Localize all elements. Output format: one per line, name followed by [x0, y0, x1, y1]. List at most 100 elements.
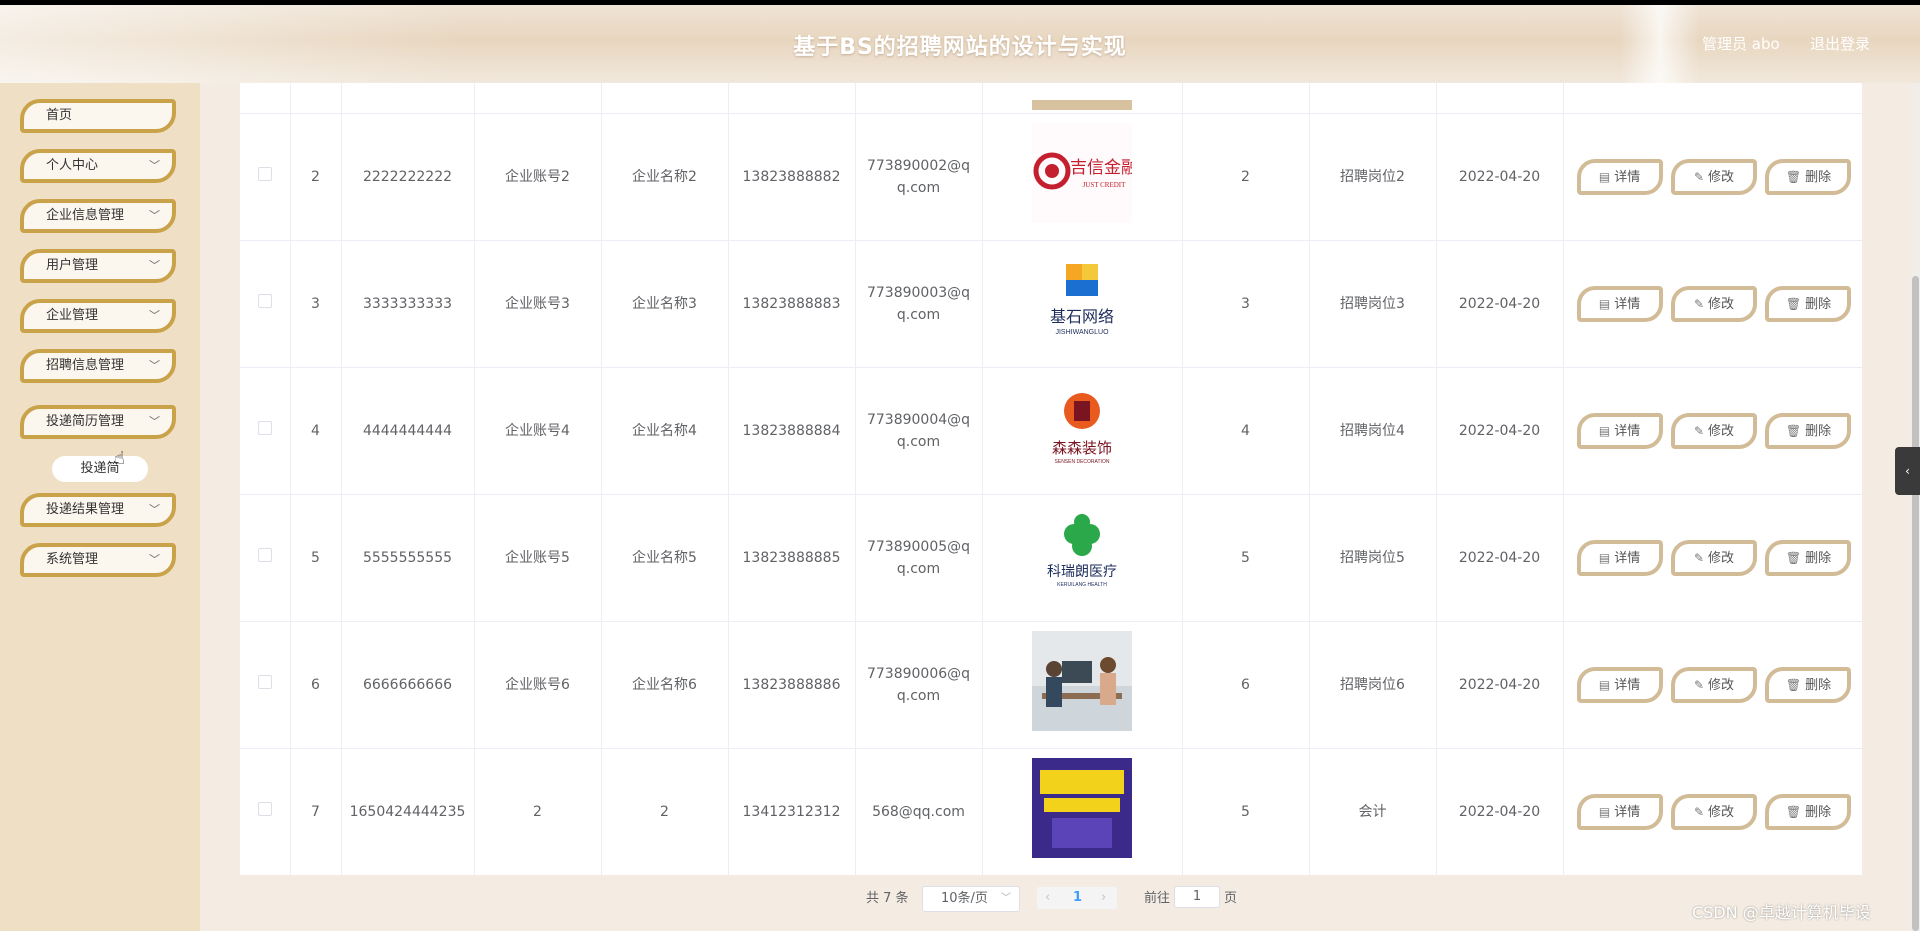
next-page-button[interactable]: ›: [1101, 887, 1106, 909]
sidebar-item-company-info[interactable]: 企业信息管理 ﹀: [20, 199, 176, 233]
cell-phone: 13823888886: [728, 621, 856, 749]
sidebar-item-label: 个人中心: [46, 158, 99, 173]
detail-button[interactable]: ▤ 详情: [1576, 158, 1663, 195]
company-photo-image: [1032, 631, 1132, 731]
sidebar-item-label: 投递结果管理: [46, 502, 125, 517]
detail-button[interactable]: ▤ 详情: [1576, 666, 1663, 703]
cell-account: 2: [474, 748, 602, 875]
row-checkbox[interactable]: [257, 801, 272, 816]
cell-date: 2022-04-20: [1436, 748, 1564, 875]
watermark: CSDN @卓越计算机毕设: [1692, 903, 1871, 922]
cell-email: 773890006@qq.com: [855, 621, 983, 749]
table-row: 2 2222222222 企业账号2 企业名称2 13823888882 773…: [240, 113, 1862, 241]
sidebar-item-home[interactable]: 首页: [20, 99, 176, 133]
cell-position: 招聘岗位4: [1309, 367, 1437, 495]
cell-index: 5: [290, 494, 342, 622]
detail-button[interactable]: ▤ 详情: [1576, 412, 1663, 449]
cell-number: 1650424444235: [341, 748, 475, 875]
cell-phone: 13823888882: [728, 113, 856, 241]
cell-email: 773890002@qq.com: [855, 113, 983, 241]
sidebar-item-resumes[interactable]: 投递简历管理 ﹀: [20, 405, 176, 439]
detail-button[interactable]: ▤ 详情: [1576, 539, 1663, 576]
sidebar-item-companies[interactable]: 企业管理 ﹀: [20, 299, 176, 333]
pencil-icon: ✎: [1693, 296, 1705, 311]
cell-date: 2022-04-20: [1436, 240, 1564, 368]
pencil-icon: ✎: [1693, 423, 1705, 438]
row-checkbox[interactable]: [257, 547, 272, 562]
chevron-left-icon: ‹: [1905, 464, 1910, 478]
cell-email: 773890005@qq.com: [855, 494, 983, 622]
row-checkbox[interactable]: [257, 674, 272, 689]
delete-button[interactable]: 🗑 删除: [1765, 285, 1852, 322]
pagination-total: 共 7 条: [866, 891, 909, 906]
delete-button[interactable]: 🗑 删除: [1765, 412, 1852, 449]
pencil-icon: ✎: [1693, 804, 1705, 819]
submenu-item-resume[interactable]: 投递简: [52, 456, 148, 482]
pencil-icon: ✎: [1693, 550, 1705, 565]
document-icon: ▤: [1598, 296, 1611, 311]
page-size-select[interactable]: 10条/页 ﹀: [922, 886, 1020, 912]
chevron-down-icon: ﹀: [149, 415, 160, 428]
page-unit-label: 页: [1224, 891, 1238, 906]
trash-icon: 🗑: [1785, 296, 1802, 311]
trash-icon: 🗑: [1785, 423, 1802, 438]
detail-button[interactable]: ▤ 详情: [1576, 793, 1663, 830]
data-table: 2 2222222222 企业账号2 企业名称2 13823888882 773…: [240, 83, 1862, 875]
cell-account: 企业账号2: [474, 113, 602, 241]
cell-name: 企业名称4: [601, 367, 729, 495]
sidebar-item-results[interactable]: 投递结果管理 ﹀: [20, 493, 176, 527]
sidebar: 首页 个人中心 ﹀ 企业信息管理 ﹀ 用户管理 ﹀ 企业管理 ﹀ 招聘信息管理 …: [0, 83, 200, 931]
user-label: 管理员 abo: [1702, 35, 1780, 53]
document-icon: ▤: [1598, 550, 1611, 565]
table-row: 7 1650424444235 2 2 13412312312 568@qq.c…: [240, 748, 1862, 875]
collapse-panel-tab[interactable]: ‹: [1895, 447, 1920, 495]
delete-button[interactable]: 🗑 删除: [1765, 158, 1852, 195]
edit-button[interactable]: ✎ 修改: [1671, 285, 1757, 322]
edit-button[interactable]: ✎ 修改: [1671, 412, 1757, 449]
edit-button[interactable]: ✎ 修改: [1671, 666, 1757, 703]
sidebar-item-users[interactable]: 用户管理 ﹀: [20, 249, 176, 283]
cell-date: 2022-04-20: [1436, 113, 1564, 241]
chevron-down-icon: ﹀: [149, 309, 160, 322]
detail-button[interactable]: ▤ 详情: [1576, 285, 1663, 322]
sidebar-item-label: 招聘信息管理: [46, 358, 125, 373]
cell-index: 3: [290, 240, 342, 368]
delete-button[interactable]: 🗑 删除: [1765, 793, 1852, 830]
current-page[interactable]: 1: [1073, 887, 1082, 909]
cell-position: 招聘岗位3: [1309, 240, 1437, 368]
logo-subtext: JUST CREDIT: [1083, 181, 1127, 189]
table-row: 5 5555555555 企业账号5 企业名称5 13823888885 773…: [240, 494, 1862, 622]
prev-page-button[interactable]: ‹: [1045, 887, 1050, 909]
pagination-nav: ‹ 1 ›: [1037, 887, 1117, 909]
row-checkbox[interactable]: [257, 166, 272, 181]
sidebar-item-job-posts[interactable]: 招聘信息管理 ﹀: [20, 349, 176, 383]
cell-number: 3333333333: [341, 240, 475, 368]
document-icon: ▤: [1598, 423, 1611, 438]
sidebar-item-label: 用户管理: [46, 258, 99, 273]
edit-button[interactable]: ✎ 修改: [1671, 539, 1757, 576]
logout-link[interactable]: 退出登录: [1810, 33, 1870, 54]
cell-position: 招聘岗位6: [1309, 621, 1437, 749]
delete-button[interactable]: 🗑 删除: [1765, 539, 1852, 576]
sidebar-item-system[interactable]: 系统管理 ﹀: [20, 543, 176, 577]
scrollbar-thumb[interactable]: [1912, 276, 1919, 931]
table-row: 6 6666666666 企业账号6 企业名称6 13823888886 773…: [240, 621, 1862, 749]
cell-email: 773890004@qq.com: [855, 367, 983, 495]
delete-button[interactable]: 🗑 删除: [1765, 666, 1852, 703]
goto-page-input[interactable]: 1: [1174, 886, 1220, 908]
trash-icon: 🗑: [1785, 804, 1802, 819]
row-checkbox[interactable]: [257, 420, 272, 435]
company-poster-image: [1032, 758, 1132, 858]
edit-button[interactable]: ✎ 修改: [1671, 158, 1757, 195]
cell-date: 2022-04-20: [1436, 621, 1564, 749]
trash-icon: 🗑: [1785, 677, 1802, 692]
edit-button[interactable]: ✎ 修改: [1671, 793, 1757, 830]
cell-email: 568@qq.com: [855, 748, 983, 875]
cell-account: 企业账号4: [474, 367, 602, 495]
chevron-down-icon: ﹀: [149, 359, 160, 372]
cell-position: 招聘岗位2: [1309, 113, 1437, 241]
sidebar-item-personal-center[interactable]: 个人中心 ﹀: [20, 149, 176, 183]
sidebar-item-label: 企业信息管理: [46, 208, 125, 223]
row-checkbox[interactable]: [257, 293, 272, 308]
cell-account: 企业账号6: [474, 621, 602, 749]
